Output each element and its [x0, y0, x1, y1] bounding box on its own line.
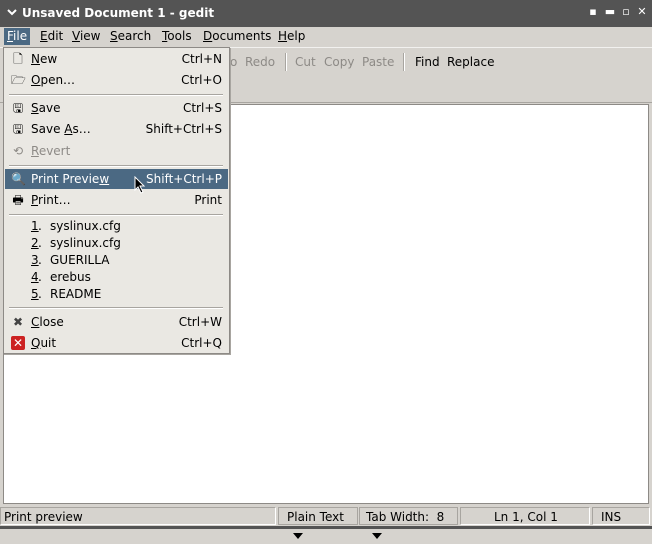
tab-width-label: Tab Width: 8 — [366, 510, 445, 524]
shortcut-label: Print — [194, 193, 222, 207]
menu-tools[interactable]: Tools — [159, 28, 195, 45]
menu-separator — [9, 307, 223, 309]
cursor-position: Ln 1, Col 1 — [460, 507, 590, 525]
shortcut-label: Ctrl+S — [182, 101, 222, 115]
new-document-icon: 🗋 — [13, 52, 23, 66]
menu-separator — [9, 214, 223, 216]
menu-item-quit[interactable]: ✕ Quit Ctrl+Q — [5, 333, 228, 353]
menu-item-save[interactable]: 🖫 Save Ctrl+S — [5, 98, 228, 118]
shortcut-label: Ctrl+O — [181, 73, 222, 87]
find-button[interactable]: Find — [415, 55, 440, 69]
undo-button[interactable]: o — [230, 55, 237, 69]
shortcut-label: Ctrl+N — [181, 52, 222, 66]
menu-item-print[interactable]: 🖶 Print… Print — [5, 190, 228, 210]
menu-documents[interactable]: Documents — [200, 28, 274, 45]
shortcut-label: Shift+Ctrl+P — [146, 172, 222, 186]
shortcut-label: Ctrl+Q — [181, 336, 222, 350]
recent-file-item[interactable]: 1. syslinux.cfg — [5, 218, 228, 235]
window-menu-chevron-icon[interactable] — [6, 6, 18, 18]
shortcut-label: Shift+Ctrl+S — [145, 122, 222, 136]
mouse-pointer-icon — [134, 176, 146, 194]
menu-view[interactable]: View — [69, 28, 103, 45]
recent-file-item[interactable]: 3. GUERILLA — [5, 252, 228, 269]
menu-item-print-preview[interactable]: 🔍 Print Preview Shift+Ctrl+P — [5, 169, 228, 189]
minimize-button-icon[interactable]: ▬ — [603, 4, 617, 20]
file-menu: 🗋 New Ctrl+N 🗁 Open… Ctrl+O 🖫 Save Ctrl+… — [3, 47, 230, 354]
status-message: Print preview — [0, 507, 276, 525]
copy-button[interactable]: Copy — [324, 55, 354, 69]
print-preview-icon: 🔍 — [11, 172, 26, 186]
replace-button[interactable]: Replace — [447, 55, 494, 69]
menu-edit[interactable]: Edit — [37, 28, 66, 45]
menu-item-open[interactable]: 🗁 Open… Ctrl+O — [5, 70, 228, 90]
redo-button[interactable]: Redo — [245, 55, 275, 69]
recent-file-item[interactable]: 2. syslinux.cfg — [5, 235, 228, 252]
revert-icon: ⟲ — [12, 144, 24, 158]
quit-icon: ✕ — [11, 336, 25, 350]
recent-file-item[interactable]: 5. README — [5, 286, 228, 303]
toolbar-separator — [403, 53, 405, 71]
language-dropdown[interactable]: Plain Text — [278, 507, 358, 539]
recent-file-item[interactable]: 4. erebus — [5, 269, 228, 286]
tab-width-dropdown[interactable]: Tab Width: 8 — [359, 507, 458, 539]
menu-item-save-as[interactable]: 🖫 Save As… Shift+Ctrl+S — [5, 119, 228, 139]
close-icon: ✖ — [12, 315, 24, 329]
maximize-icon[interactable]: ▫ — [619, 4, 633, 20]
menu-file[interactable]: File — [4, 28, 31, 45]
close-window-icon[interactable]: ✕ — [635, 4, 649, 20]
language-label: Plain Text — [287, 510, 344, 524]
window-title: Unsaved Document 1 - gedit — [22, 6, 215, 20]
save-as-icon: 🖫 — [12, 122, 24, 136]
status-bar: Print preview Plain Text Tab Width: 8 Ln… — [0, 506, 652, 539]
menu-item-new[interactable]: 🗋 New Ctrl+N — [5, 49, 228, 69]
menu-separator — [9, 94, 223, 96]
menu-help[interactable]: Help — [275, 28, 308, 45]
menu-item-close[interactable]: ✖ Close Ctrl+W — [5, 312, 228, 332]
toolbar-separator — [285, 53, 287, 71]
cut-button[interactable]: Cut — [295, 55, 316, 69]
menu-search[interactable]: Search — [107, 28, 154, 45]
shortcut-label: Ctrl+W — [178, 315, 222, 329]
save-icon: 🖫 — [12, 101, 24, 115]
printer-icon: 🖶 — [12, 193, 24, 207]
open-folder-icon: 🗁 — [11, 73, 26, 87]
dropdown-arrow-icon — [293, 532, 303, 539]
menu-separator — [9, 165, 223, 167]
insert-mode: INS — [592, 507, 650, 525]
paste-button[interactable]: Paste — [362, 55, 394, 69]
menu-bar: File Edit View Search Tools Documents He… — [0, 27, 652, 47]
dropdown-arrow-icon — [372, 532, 382, 539]
title-bar: Unsaved Document 1 - gedit ▪ ▬ ▫ ✕ — [0, 0, 652, 27]
minimize-icon[interactable]: ▪ — [586, 4, 600, 20]
menu-item-revert[interactable]: ⟲ Revert — [5, 141, 228, 161]
